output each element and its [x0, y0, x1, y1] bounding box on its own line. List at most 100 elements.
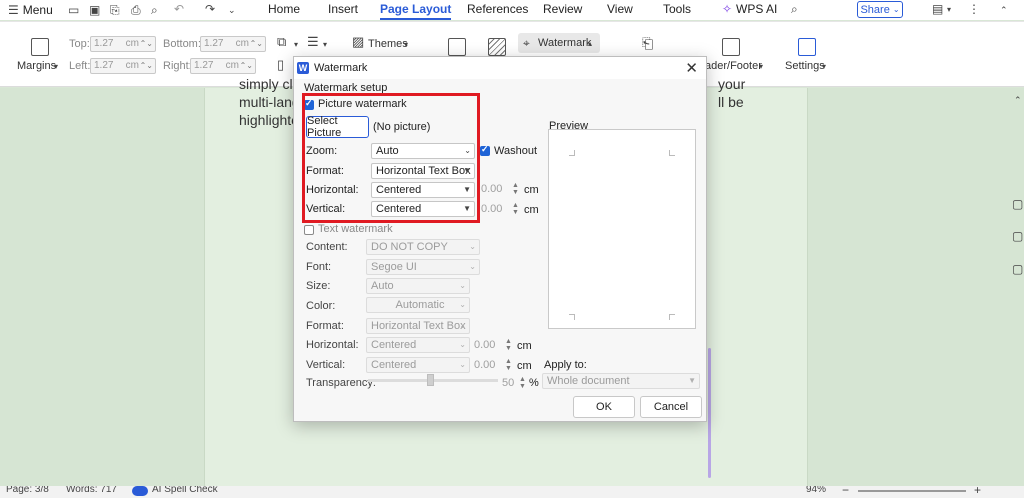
- print-icon[interactable]: ⎙: [131, 4, 141, 16]
- spell-check-toggle-icon[interactable]: [132, 486, 148, 496]
- bottom-margin-input[interactable]: 1.27 cm ⌃⌄: [200, 36, 266, 52]
- close-icon[interactable]: ✕: [685, 59, 698, 77]
- share-chevron-icon: ⌄: [892, 5, 900, 14]
- side-tool-icon-3[interactable]: ▢: [1012, 263, 1023, 275]
- margins-button[interactable]: Margins: [17, 60, 56, 72]
- themes-button[interactable]: Themes: [368, 38, 408, 50]
- spin-arrows-icon[interactable]: ⌃⌄: [250, 37, 263, 51]
- more-options-icon[interactable]: ⋮: [968, 3, 980, 15]
- tab-home[interactable]: Home: [268, 2, 300, 16]
- spell-check-label[interactable]: AI Spell Check: [152, 486, 218, 495]
- chevron-down-icon: ⌄: [464, 146, 471, 155]
- text-horizontal-select[interactable]: Centered ⌄: [366, 337, 470, 353]
- collapse-ribbon-icon[interactable]: ⌃: [1000, 4, 1008, 16]
- settings-icon[interactable]: [798, 38, 816, 56]
- apply-to-select[interactable]: Whole document ▼: [542, 373, 700, 389]
- transparency-slider-thumb[interactable]: [427, 374, 434, 386]
- text-horizontal-spin-icon[interactable]: ▲ ▼: [505, 338, 512, 352]
- picture-watermark-checkbox[interactable]: [304, 98, 314, 110]
- wps-ai-button[interactable]: WPS AI: [736, 2, 777, 16]
- zoom-in-icon[interactable]: +: [974, 486, 981, 497]
- vertical-offset[interactable]: 0.00: [481, 203, 502, 215]
- text-vertical-offset[interactable]: 0.00: [474, 359, 495, 371]
- print-preview-icon[interactable]: ⌕: [151, 4, 158, 16]
- cancel-button[interactable]: Cancel: [640, 396, 702, 418]
- side-tool-icon-1[interactable]: ▢: [1012, 198, 1023, 210]
- header-footer-button[interactable]: ader/Footer: [705, 60, 762, 72]
- zoom-value[interactable]: 94%: [806, 486, 826, 495]
- cancel-label: Cancel: [653, 401, 689, 413]
- tab-insert[interactable]: Insert: [328, 2, 358, 16]
- line-numbers-icon[interactable]: ⎗: [642, 36, 653, 50]
- header-footer-icon[interactable]: [722, 38, 740, 56]
- page-count[interactable]: Page: 3/8: [6, 486, 49, 495]
- text-format-select[interactable]: Horizontal Text Box ⌄: [366, 318, 470, 334]
- size-select[interactable]: Auto ⌄: [366, 278, 470, 294]
- save-icon[interactable]: ▣: [89, 4, 100, 16]
- caret-down-icon: ▼: [463, 166, 471, 175]
- settings-button[interactable]: Settings: [785, 60, 825, 72]
- side-tool-icon-2[interactable]: ▢: [1012, 230, 1023, 242]
- tab-page-layout[interactable]: Page Layout: [380, 2, 452, 20]
- preview-corner-tl: [569, 150, 575, 156]
- orientation-icon[interactable]: ⧉: [277, 35, 286, 48]
- watermark-icon: ⌖: [523, 36, 530, 50]
- transparency-value[interactable]: 50: [502, 377, 514, 389]
- page-background-icon[interactable]: [488, 38, 506, 56]
- top-margin-input[interactable]: 1.27 cm ⌃⌄: [90, 36, 156, 52]
- watermark-chevron-icon: ▴: [588, 39, 593, 48]
- font-select[interactable]: Segoe UI ⌄: [366, 259, 480, 275]
- tab-view[interactable]: View: [607, 2, 633, 16]
- transparency-spin-icon[interactable]: ▲ ▼: [519, 376, 526, 390]
- tab-review[interactable]: Review: [543, 2, 582, 16]
- undo-icon[interactable]: ↶: [174, 3, 184, 15]
- tab-references[interactable]: References: [467, 2, 528, 16]
- search-icon[interactable]: ⌕: [791, 3, 798, 15]
- apply-to-label: Apply to:: [544, 359, 587, 371]
- zoom-slider[interactable]: [858, 490, 966, 492]
- chevron-down-icon: ⌄: [459, 300, 466, 309]
- horizontal-select[interactable]: Centered ▼: [371, 182, 475, 198]
- comment-icon[interactable]: ▤: [932, 3, 943, 15]
- orientation-chevron-icon[interactable]: ▾: [294, 39, 298, 51]
- menu-button[interactable]: ☰ Menu: [8, 0, 53, 20]
- page-border-icon[interactable]: [448, 38, 466, 56]
- columns-chevron-icon[interactable]: ▾: [323, 39, 327, 51]
- right-margin-input[interactable]: 1.27 cm ⌃⌄: [190, 58, 256, 74]
- text-format-label: Format:: [306, 320, 344, 332]
- ok-button[interactable]: OK: [573, 396, 635, 418]
- text-vertical-select[interactable]: Centered ⌄: [366, 357, 470, 373]
- tab-tools[interactable]: Tools: [663, 2, 691, 16]
- content-select[interactable]: DO NOT COPY ⌄: [366, 239, 480, 255]
- horizontal-offset[interactable]: 0.00: [481, 183, 502, 195]
- folder-icon[interactable]: ▭: [68, 4, 79, 16]
- color-select[interactable]: Automatic ⌄: [366, 297, 470, 313]
- margins-icon[interactable]: [31, 38, 49, 56]
- vertical-select[interactable]: Centered ▼: [371, 201, 475, 217]
- left-margin-input[interactable]: 1.27 cm ⌃⌄: [90, 58, 156, 74]
- word-count[interactable]: Words: 717: [66, 486, 117, 495]
- columns-icon[interactable]: ☰: [307, 35, 319, 48]
- washout-checkbox[interactable]: [480, 144, 490, 156]
- vertical-spin-icon[interactable]: ▲ ▼: [512, 202, 519, 216]
- redo-icon[interactable]: ↷: [205, 3, 215, 15]
- more-chevron-icon[interactable]: ⌄: [228, 4, 236, 16]
- select-picture-button[interactable]: Select Picture: [306, 115, 369, 139]
- themes-icon[interactable]: ▨: [352, 35, 364, 48]
- spin-arrows-icon[interactable]: ⌃⌄: [240, 59, 253, 73]
- spin-arrows-icon[interactable]: ⌃⌄: [140, 59, 153, 73]
- zoom-select[interactable]: Auto ⌄: [371, 143, 475, 159]
- watermark-button[interactable]: ⌖ Watermark ▴: [518, 33, 600, 53]
- text-vertical-spin-icon[interactable]: ▲ ▼: [505, 358, 512, 372]
- comment-chevron-icon[interactable]: ▾: [947, 4, 951, 16]
- text-watermark-checkbox[interactable]: [304, 225, 314, 235]
- export-icon[interactable]: ⎘: [110, 4, 120, 16]
- text-horizontal-offset[interactable]: 0.00: [474, 339, 495, 351]
- horizontal-spin-icon[interactable]: ▲ ▼: [512, 182, 519, 196]
- format-select[interactable]: Horizontal Text Box ▼: [371, 163, 475, 179]
- page-size-icon[interactable]: ▯: [277, 58, 284, 71]
- scroll-up-icon[interactable]: ⌃: [1014, 94, 1022, 106]
- zoom-out-icon[interactable]: −: [842, 486, 849, 497]
- share-button[interactable]: Share ⌄: [857, 1, 903, 18]
- spin-arrows-icon[interactable]: ⌃⌄: [140, 37, 153, 51]
